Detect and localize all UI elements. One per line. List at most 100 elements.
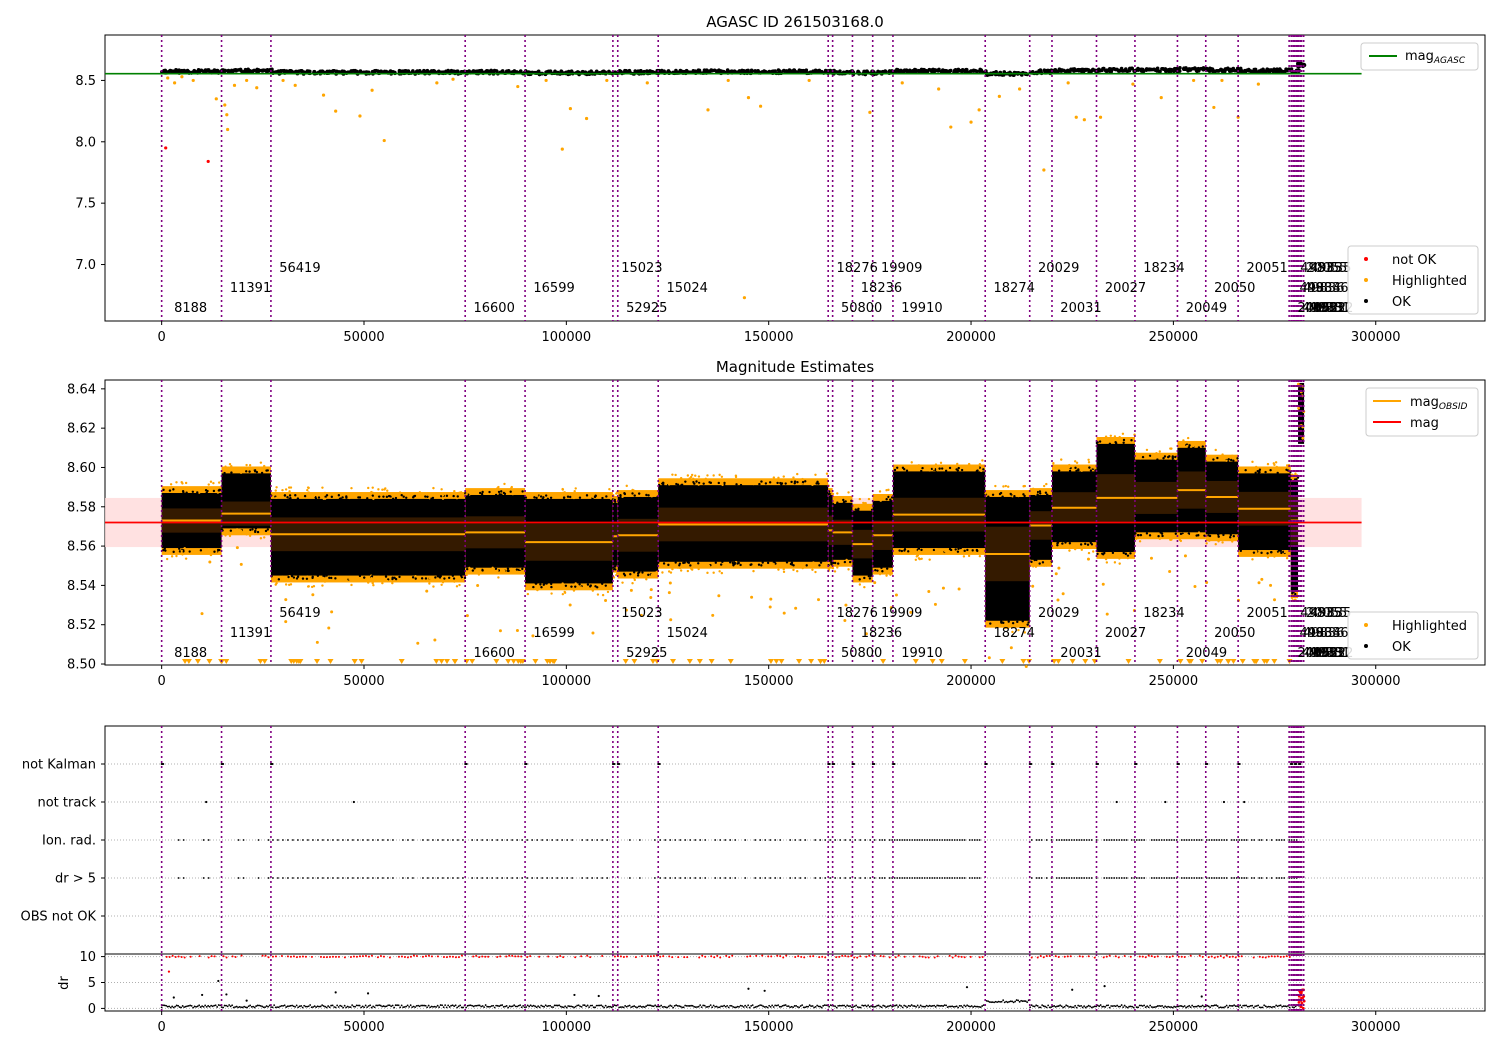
ok-point <box>185 491 188 494</box>
flag-point <box>362 877 364 879</box>
ok-point <box>1156 458 1159 461</box>
flag-point <box>1103 877 1106 879</box>
highlighted-point <box>255 86 259 90</box>
dr-point <box>1116 1004 1119 1007</box>
ok-point <box>1148 534 1152 537</box>
flag-point <box>968 839 971 841</box>
clipped-dr-point <box>652 955 655 958</box>
flag-point <box>1165 877 1168 879</box>
flag-point <box>906 839 909 841</box>
dr-point <box>1144 1006 1147 1009</box>
flag-point <box>531 839 534 841</box>
dr-point <box>1149 1004 1152 1007</box>
dr-point <box>409 1004 412 1007</box>
dr-point <box>1203 1005 1206 1008</box>
flag-point <box>1138 839 1141 841</box>
highlighted-point <box>1052 542 1055 545</box>
clipped-highlighted-marker <box>443 659 450 664</box>
flag-point <box>819 877 822 879</box>
highlighted-point <box>560 147 564 151</box>
dr-point <box>441 1004 444 1007</box>
highlighted-point <box>561 582 564 585</box>
flag-point <box>1080 839 1083 841</box>
flag-point <box>1206 763 1209 765</box>
flag-point <box>1060 877 1063 879</box>
highlighted-point <box>259 537 263 540</box>
ok-point <box>783 69 787 73</box>
dr-point <box>792 1006 795 1009</box>
ok-point <box>702 482 705 485</box>
ok-point <box>1084 542 1087 546</box>
highlighted-point <box>1118 557 1121 560</box>
clipped-dr-point <box>912 955 915 958</box>
flag-point <box>973 839 976 841</box>
flag-point <box>506 877 509 879</box>
highlighted-point <box>690 481 693 484</box>
ok-point <box>323 574 326 578</box>
clipped-dr-point <box>1216 955 1219 958</box>
highlighted-point <box>451 77 455 81</box>
highlighted-point <box>1073 547 1077 551</box>
ok-point <box>229 529 233 532</box>
flag-point <box>1125 877 1128 879</box>
ok-point <box>761 561 764 564</box>
flag-point <box>486 877 489 879</box>
ok-point <box>1079 543 1083 546</box>
dr-point <box>952 1006 955 1008</box>
highlighted-point <box>1183 554 1187 558</box>
flag-point <box>744 877 747 879</box>
highlighted-point <box>782 475 785 478</box>
ok-point <box>245 470 248 473</box>
highlighted-point <box>180 549 183 553</box>
clipped-dr-point <box>457 956 460 959</box>
dr-point <box>901 1006 904 1009</box>
dr-point <box>784 1004 787 1006</box>
dr-point <box>484 1004 487 1006</box>
flag-point <box>1220 839 1223 841</box>
ok-point <box>163 68 168 73</box>
flag-point <box>1135 877 1138 879</box>
clipped-dr-point <box>1171 955 1174 958</box>
ok-point <box>1258 470 1261 474</box>
highlighted-point <box>967 462 971 466</box>
obsid-label: 20051 <box>1246 261 1287 276</box>
dr-outlier <box>225 993 228 996</box>
flag-point <box>1115 800 1118 804</box>
ok-point <box>301 577 305 580</box>
flag-point <box>292 839 294 841</box>
flag-point <box>571 877 574 879</box>
dr-point <box>1143 1004 1146 1007</box>
clipped-dr-point <box>634 956 637 959</box>
flag-point <box>471 839 474 841</box>
clipped-dr-point <box>1066 955 1069 958</box>
clipped-dr-point <box>183 956 186 959</box>
flag-point <box>347 839 349 841</box>
highlighted-point <box>284 583 288 586</box>
highlighted-point <box>212 481 215 485</box>
highlighted-point <box>441 581 445 584</box>
ok-point <box>1258 468 1262 471</box>
highlighted-point <box>230 531 233 534</box>
ok-point <box>911 68 915 73</box>
flag-point <box>442 877 444 879</box>
flag-point <box>956 877 959 879</box>
highlighted-point <box>591 631 595 635</box>
flag-point <box>951 877 954 879</box>
dr-point <box>688 1005 691 1007</box>
dr-point <box>1018 1000 1021 1003</box>
dr-point <box>1120 1004 1123 1006</box>
clipped-dr-point <box>794 955 797 958</box>
dr-point <box>1273 1006 1276 1008</box>
clipped-dr-point <box>222 955 225 958</box>
highlighted-point <box>917 549 921 553</box>
dr-point <box>693 1005 696 1008</box>
flag-point <box>864 877 867 879</box>
dr-point <box>492 1004 495 1007</box>
dr-point <box>1216 1005 1219 1007</box>
dr-point <box>621 1006 624 1008</box>
highlighted-point <box>1151 455 1154 458</box>
ok-point <box>900 549 904 553</box>
obsid-label: 20051 <box>1246 606 1287 621</box>
flag-point <box>1208 877 1211 879</box>
ok-point <box>398 575 401 579</box>
